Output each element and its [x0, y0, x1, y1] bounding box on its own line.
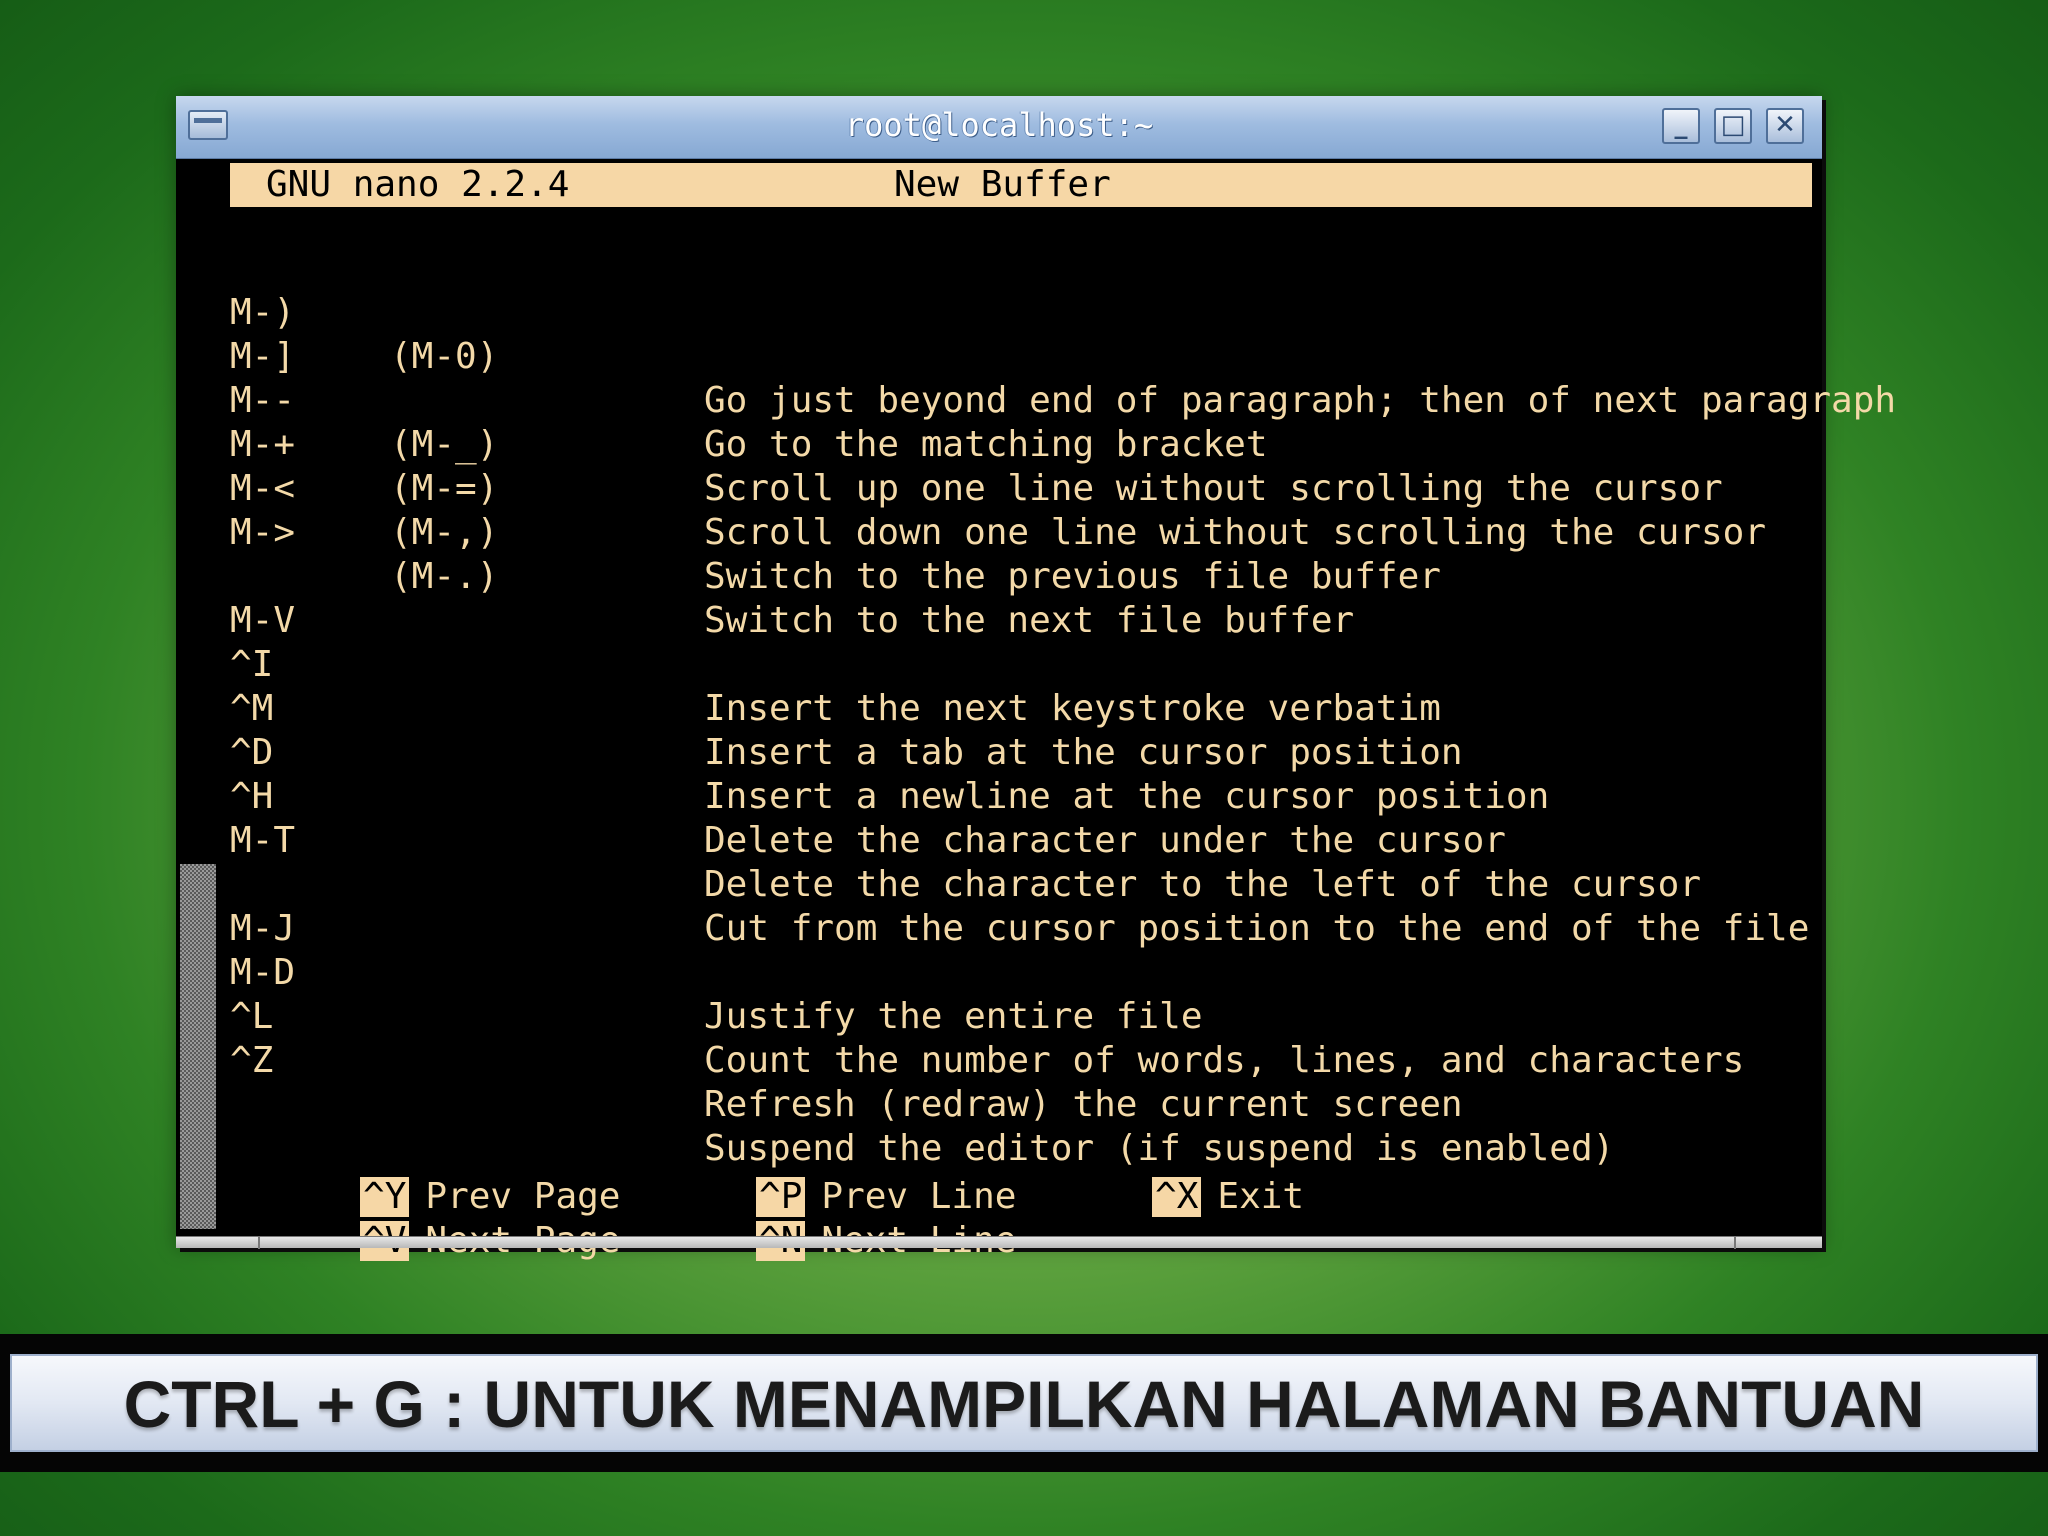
minimize-button[interactable]: _: [1662, 108, 1700, 144]
shortcut-prev-line[interactable]: ^P Prev Line: [626, 1131, 1016, 1217]
help-row: ^I Insert a tab at the cursor position: [176, 599, 1463, 773]
help-row: M-J Justify the entire file: [176, 863, 1203, 1037]
help-row: M-- (M-_) Scroll up one line without scr…: [176, 335, 1723, 509]
shortcut-prev-page[interactable]: ^Y Prev Page: [230, 1131, 620, 1217]
maximize-button[interactable]: □: [1714, 108, 1752, 144]
window-title: root@localhost:~: [844, 106, 1154, 144]
help-row: ^L Refresh (redraw) the current screen: [176, 951, 1463, 1125]
frame-tick: [1734, 1237, 1736, 1249]
help-description: Delete the character to the left of the …: [704, 864, 1701, 905]
help-description: Go to the matching bracket: [704, 424, 1268, 465]
window-bottom-frame: [176, 1236, 1822, 1249]
frame-tick: [258, 1237, 260, 1249]
help-row: ^H Delete the character to the left of t…: [176, 731, 1701, 905]
terminal-screen[interactable]: GNU nano 2.2.4 New Buffer M-) (M-0) Go j…: [176, 159, 1896, 1261]
help-key: ^Z: [230, 1040, 274, 1081]
nano-buffer-name: New Buffer: [894, 164, 1111, 205]
help-row: M-< (M-,) Switch to the previous file bu…: [176, 423, 1441, 597]
help-row: ^M Insert a newline at the cursor positi…: [176, 643, 1549, 817]
help-row: M-T Cut from the cursor position to the …: [176, 775, 1809, 949]
help-row: ^D Delete the character under the cursor: [176, 687, 1506, 861]
help-description: Go just beyond end of paragraph; then of…: [704, 380, 1897, 421]
help-alt-key: (M-.): [390, 556, 499, 597]
nano-title-bar: GNU nano 2.2.4 New Buffer: [230, 163, 1812, 207]
help-description: Insert a newline at the cursor position: [704, 776, 1550, 817]
help-row: M-+ (M-=) Scroll down one line without s…: [176, 379, 1766, 553]
help-description: Scroll down one line without scrolling t…: [704, 512, 1767, 553]
help-row: ^Z Suspend the editor (if suspend is ena…: [176, 995, 1614, 1169]
help-alt-key: (M-,): [390, 512, 499, 553]
help-description: Count the number of words, lines, and ch…: [704, 1040, 1745, 1081]
help-row: M-> (M-.) Switch to the next file buffer: [176, 467, 1354, 641]
help-description: Justify the entire file: [704, 996, 1203, 1037]
nano-version: GNU nano 2.2.4: [266, 164, 570, 205]
help-description: Cut from the cursor position to the end …: [704, 908, 1810, 949]
help-description: Scroll up one line without scrolling the…: [704, 468, 1723, 509]
help-row: M-] Go to the matching bracket: [176, 291, 1268, 465]
shortcut-label: Exit: [1217, 1176, 1305, 1217]
help-description: Refresh (redraw) the current screen: [704, 1084, 1463, 1125]
help-description: Switch to the previous file buffer: [704, 556, 1441, 597]
close-button[interactable]: ✕: [1766, 108, 1804, 144]
help-alt-key: (M-_): [390, 424, 499, 465]
help-description: Insert the next keystroke verbatim: [704, 688, 1441, 729]
help-description: Insert a tab at the cursor position: [704, 732, 1463, 773]
help-key: M->: [230, 512, 296, 553]
caption-text: CTRL + G : UNTUK MENAMPILKAN HALAMAN BAN…: [123, 1367, 1925, 1441]
caption-box: CTRL + G : UNTUK MENAMPILKAN HALAMAN BAN…: [10, 1354, 2038, 1452]
help-alt-key: (M-=): [390, 468, 499, 509]
help-row: M-V Insert the next keystroke verbatim: [176, 555, 1441, 729]
shortcut-next-page[interactable]: ^VNext Page: [230, 1175, 620, 1261]
help-row: M-D Count the number of words, lines, an…: [176, 907, 1744, 1081]
help-key: M-T: [230, 820, 296, 861]
shortcut-exit[interactable]: ^X Exit: [1022, 1131, 1304, 1217]
shortcut-next-line[interactable]: ^NNext Line: [626, 1175, 1016, 1261]
window-titlebar[interactable]: root@localhost:~ _ □ ✕: [176, 96, 1822, 159]
help-description: Delete the character under the cursor: [704, 820, 1506, 861]
terminal-window: root@localhost:~ _ □ ✕ GNU nano 2.2.4 Ne…: [176, 96, 1896, 1261]
help-description: Switch to the next file buffer: [704, 600, 1355, 641]
help-row: M-) (M-0) Go just beyond end of paragrap…: [176, 247, 1896, 421]
help-alt-key: (M-0): [390, 336, 499, 377]
shortcut-key: ^X: [1152, 1177, 1202, 1217]
